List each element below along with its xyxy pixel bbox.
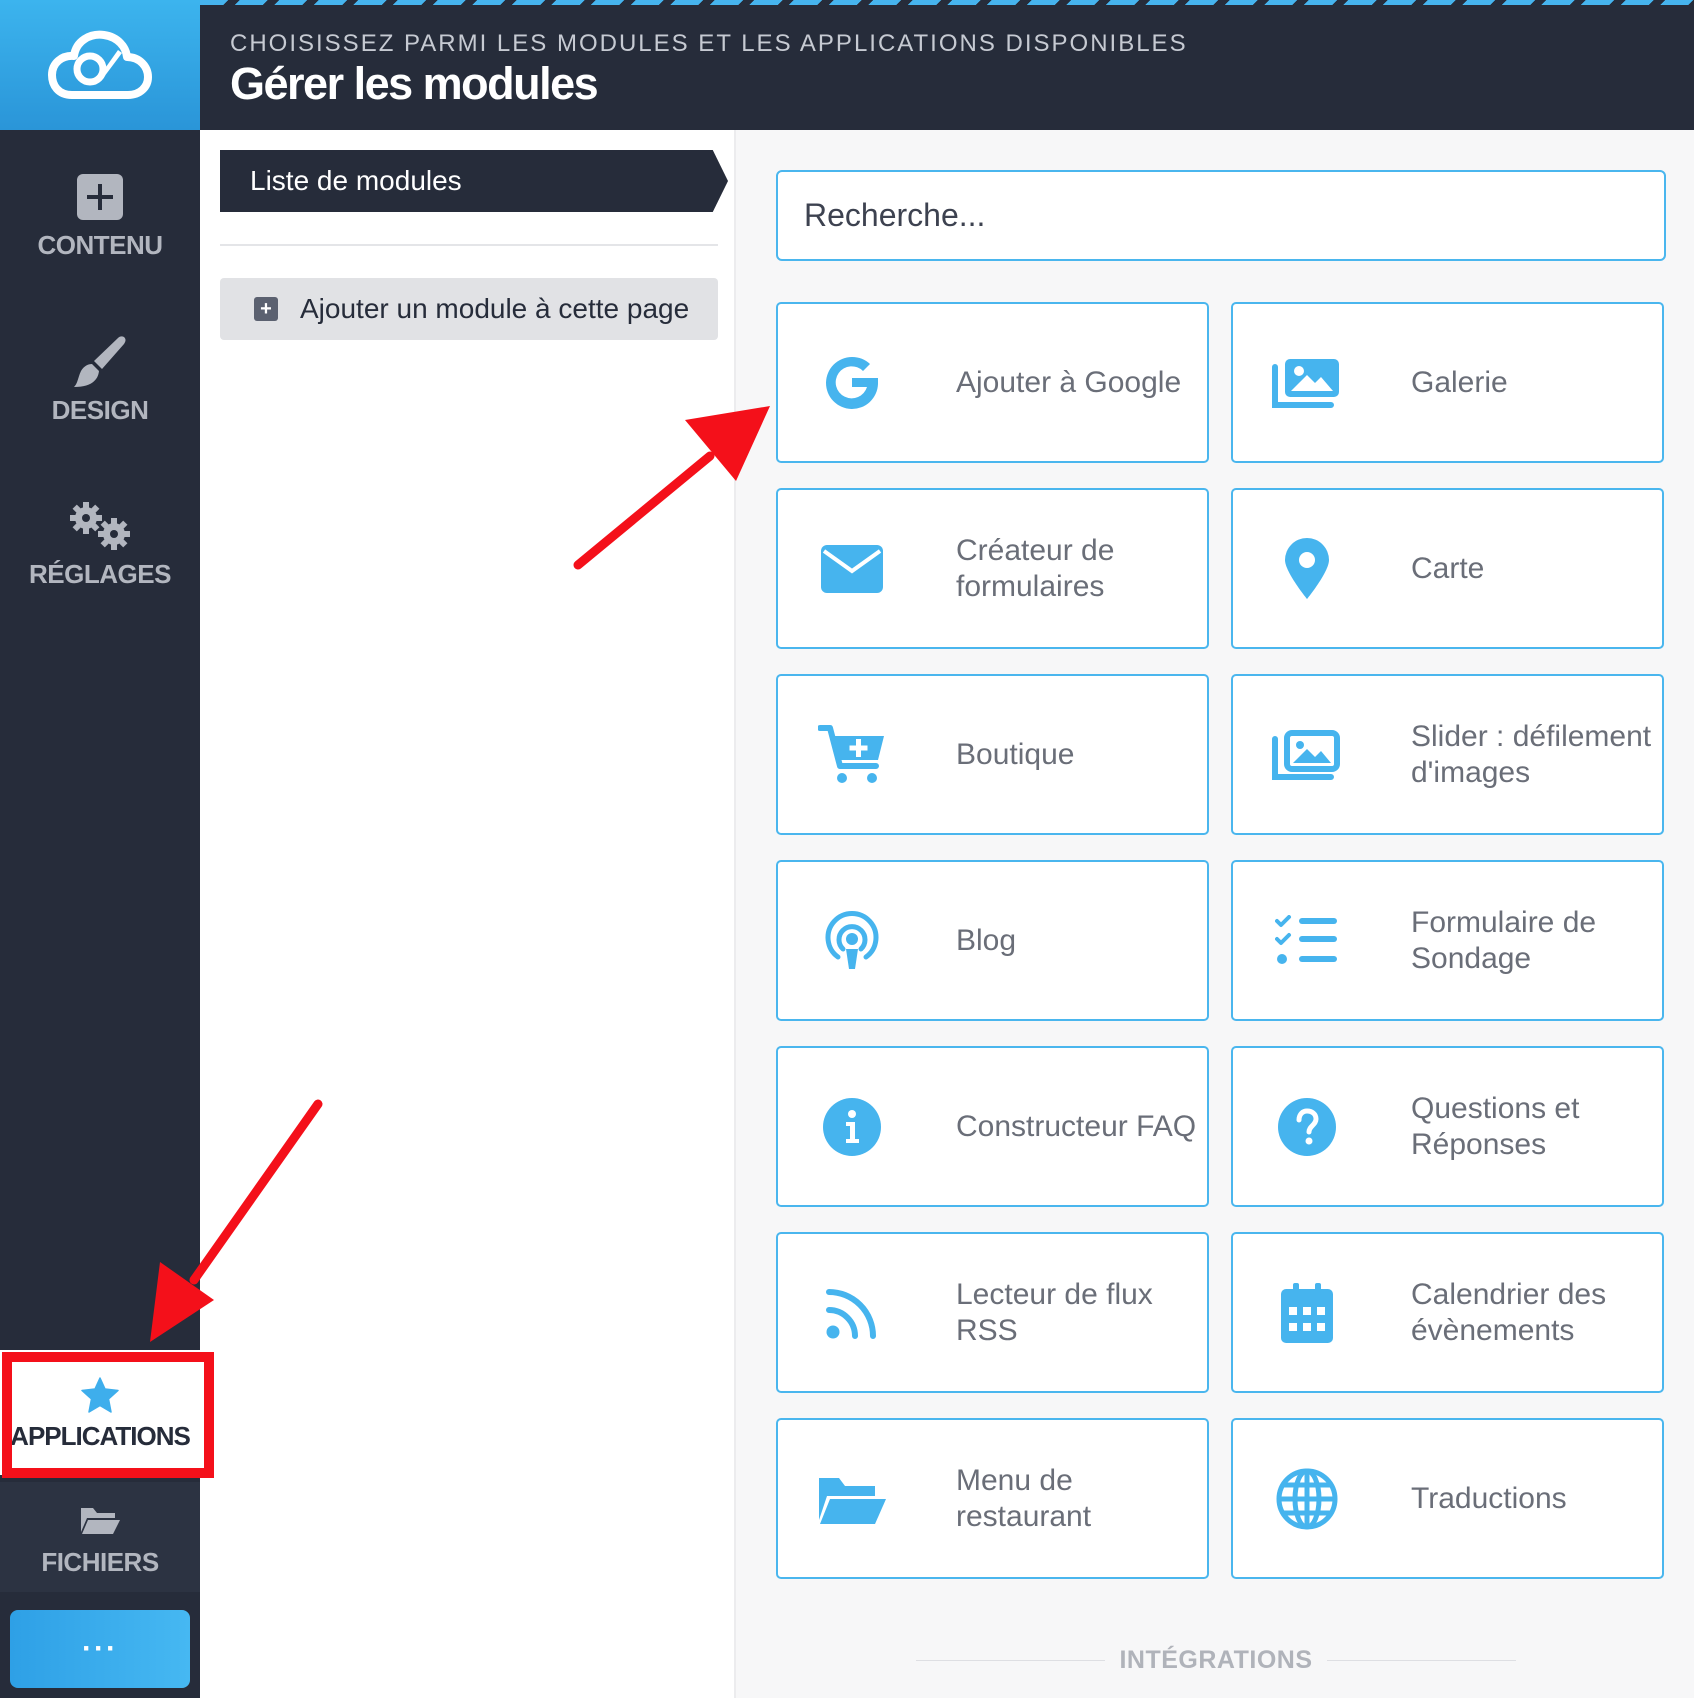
map-pin-icon — [1285, 537, 1329, 599]
annotation-highlight-box — [2, 1352, 214, 1478]
tab-module-list[interactable]: Liste de modules — [220, 150, 728, 212]
nav-reglages[interactable]: RÉGLAGES — [0, 497, 200, 590]
cloud-brush-logo-icon — [48, 30, 152, 99]
module-card-ajouter-google[interactable]: Ajouter à Google — [776, 302, 1209, 463]
cart-plus-icon — [818, 724, 884, 783]
module-card-boutique[interactable]: Boutique — [776, 674, 1209, 835]
module-card-label: Galerie — [1411, 365, 1508, 399]
calendar-icon — [1281, 1282, 1333, 1343]
nav-design-label: DESIGN — [51, 395, 149, 425]
nav-contenu[interactable]: CONTENU — [0, 168, 200, 261]
globe-icon — [1276, 1468, 1338, 1529]
module-card-label: Ajouter à Google — [956, 365, 1182, 399]
module-card-createur-formulaires[interactable]: Créateur de formulaires — [776, 488, 1209, 649]
module-card-carte[interactable]: Carte — [1231, 488, 1664, 649]
plus-icon: + — [254, 297, 278, 321]
module-card-slider[interactable]: Slider : défilement d'images — [1231, 674, 1664, 835]
module-card-menu-restaurant[interactable]: Menu de restaurant — [776, 1418, 1209, 1579]
add-module-button[interactable]: + Ajouter un module à cette page — [220, 278, 718, 340]
module-card-questions-reponses[interactable]: Questions et Réponses — [1231, 1046, 1664, 1207]
nav-fichiers-label: FICHIERS — [41, 1546, 159, 1577]
google-icon — [826, 356, 878, 409]
folder-open-icon — [81, 1507, 120, 1534]
section-label: INTÉGRATIONS — [1119, 1645, 1313, 1674]
module-card-calendrier[interactable]: Calendrier des évènements — [1231, 1232, 1664, 1393]
page-subtitle: CHOISISSEZ PARMI LES MODULES ET LES APPL… — [230, 30, 1188, 57]
plus-square-icon — [77, 174, 123, 220]
page-title: Gérer les modules — [230, 58, 599, 109]
module-card-label: Lecteur de flux RSS — [956, 1277, 1153, 1347]
divider — [220, 244, 718, 246]
header-stripe-decoration — [200, 0, 1694, 5]
divider-line — [916, 1659, 1106, 1661]
module-card-lecteur-rss[interactable]: Lecteur de flux RSS — [776, 1232, 1209, 1393]
folder-open-icon — [819, 1477, 886, 1524]
module-card-label: Menu de restaurant — [956, 1463, 1092, 1533]
brush-icon — [74, 336, 126, 387]
divider-line — [1326, 1659, 1517, 1661]
module-card-traductions[interactable]: Traductions — [1231, 1418, 1664, 1579]
module-card-label: Formulaire de Sondage — [1411, 905, 1597, 975]
nav-contenu-label: CONTENU — [37, 230, 163, 260]
section-divider-integrations: INTÉGRATIONS — [916, 1640, 1517, 1680]
module-card-galerie[interactable]: Galerie — [1231, 302, 1664, 463]
module-card-label: Blog — [956, 923, 1017, 957]
module-card-label: Traductions — [1411, 1481, 1567, 1515]
add-module-label: Ajouter un module à cette page — [300, 293, 690, 324]
checklist-icon — [1275, 914, 1337, 964]
module-card-blog[interactable]: Blog — [776, 860, 1209, 1021]
module-catalog: Ajouter à Google Galerie Créateur de for… — [736, 130, 1694, 1698]
module-card-label: Calendrier des évènements — [1411, 1277, 1607, 1347]
nav-reglages-label: RÉGLAGES — [29, 559, 171, 589]
module-card-label: Carte — [1411, 551, 1485, 585]
module-card-label: Questions et Réponses — [1411, 1091, 1580, 1161]
module-card-label: Constructeur FAQ — [956, 1109, 1197, 1143]
gallery-icon — [1272, 358, 1339, 408]
nav-design[interactable]: DESIGN — [0, 333, 200, 426]
rss-icon — [826, 1288, 876, 1339]
module-card-formulaire-sondage[interactable]: Formulaire de Sondage — [1231, 860, 1664, 1021]
module-card-constructeur-faq[interactable]: Constructeur FAQ — [776, 1046, 1209, 1207]
gears-icon — [70, 502, 130, 550]
page-header: CHOISISSEZ PARMI LES MODULES ET LES APPL… — [200, 0, 1694, 130]
search-input[interactable] — [776, 170, 1666, 261]
more-button[interactable]: ··· — [10, 1610, 190, 1688]
info-circle-icon — [823, 1097, 881, 1156]
images-icon — [1272, 729, 1340, 780]
module-list-panel: Liste de modules + Ajouter un module à c… — [200, 130, 736, 1698]
module-card-label: Créateur de formulaires — [956, 533, 1115, 603]
logo[interactable] — [0, 0, 200, 130]
module-card-label: Boutique — [956, 737, 1075, 771]
nav-fichiers[interactable]: FICHIERS — [0, 1482, 200, 1592]
module-card-label: Slider : défilement d'images — [1411, 719, 1652, 789]
podcast-icon — [825, 910, 879, 969]
envelope-icon — [821, 544, 883, 593]
question-circle-icon — [1278, 1097, 1336, 1156]
